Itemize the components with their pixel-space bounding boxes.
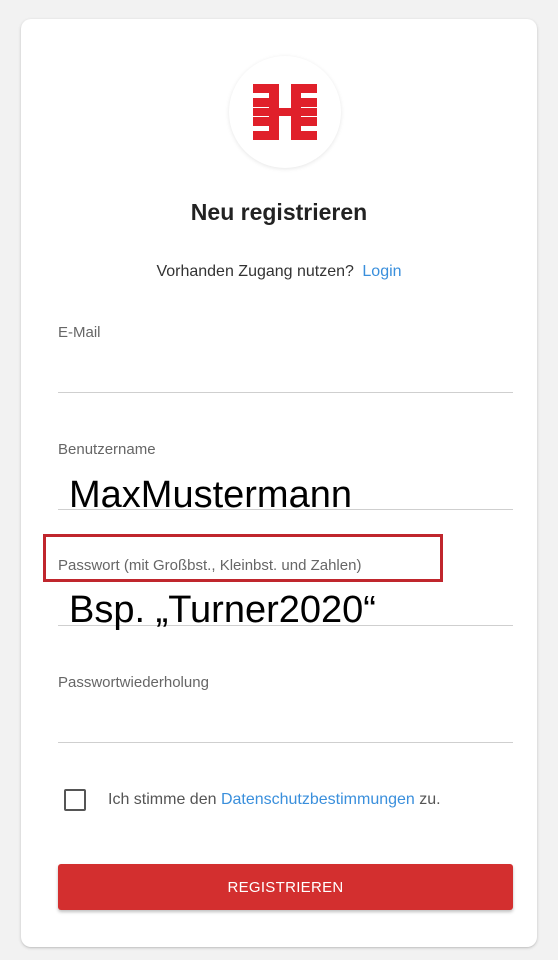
login-link[interactable]: Login bbox=[362, 263, 401, 280]
email-underline bbox=[58, 392, 513, 393]
logo bbox=[229, 56, 341, 168]
username-example-annotation: MaxMustermann bbox=[69, 474, 352, 516]
password-repeat-input[interactable] bbox=[58, 710, 513, 740]
consent-text-before: Ich stimme den bbox=[108, 791, 217, 808]
email-input[interactable] bbox=[58, 358, 513, 388]
password-label-highlight bbox=[43, 534, 443, 582]
registration-card: Neu registrieren Vorhanden Zugang nutzen… bbox=[21, 19, 537, 947]
login-prompt-row: Vorhanden Zugang nutzen? Login bbox=[21, 263, 537, 281]
login-prompt-text: Vorhanden Zugang nutzen? bbox=[156, 263, 354, 280]
password-repeat-label: Passwortwiederholung bbox=[58, 674, 209, 691]
page-title: Neu registrieren bbox=[190, 199, 368, 225]
consent-checkbox[interactable] bbox=[64, 789, 86, 811]
turner-cross-logo-icon bbox=[253, 84, 317, 140]
password-example-annotation: Bsp. „Turner2020“ bbox=[69, 589, 376, 631]
consent-text: Ich stimme den Datenschutzbestimmungen z… bbox=[108, 791, 441, 809]
consent-row: Ich stimme den Datenschutzbestimmungen z… bbox=[64, 788, 441, 812]
email-field: E-Mail bbox=[58, 324, 513, 394]
consent-text-after: zu. bbox=[419, 791, 441, 808]
password-repeat-underline bbox=[58, 742, 513, 743]
password-repeat-field: Passwortwiederholung bbox=[58, 674, 513, 744]
register-button[interactable]: REGISTRIEREN bbox=[58, 864, 513, 910]
privacy-policy-link[interactable]: Datenschutzbestimmungen bbox=[221, 791, 415, 808]
username-label: Benutzername bbox=[58, 441, 156, 458]
email-label: E-Mail bbox=[58, 324, 101, 341]
